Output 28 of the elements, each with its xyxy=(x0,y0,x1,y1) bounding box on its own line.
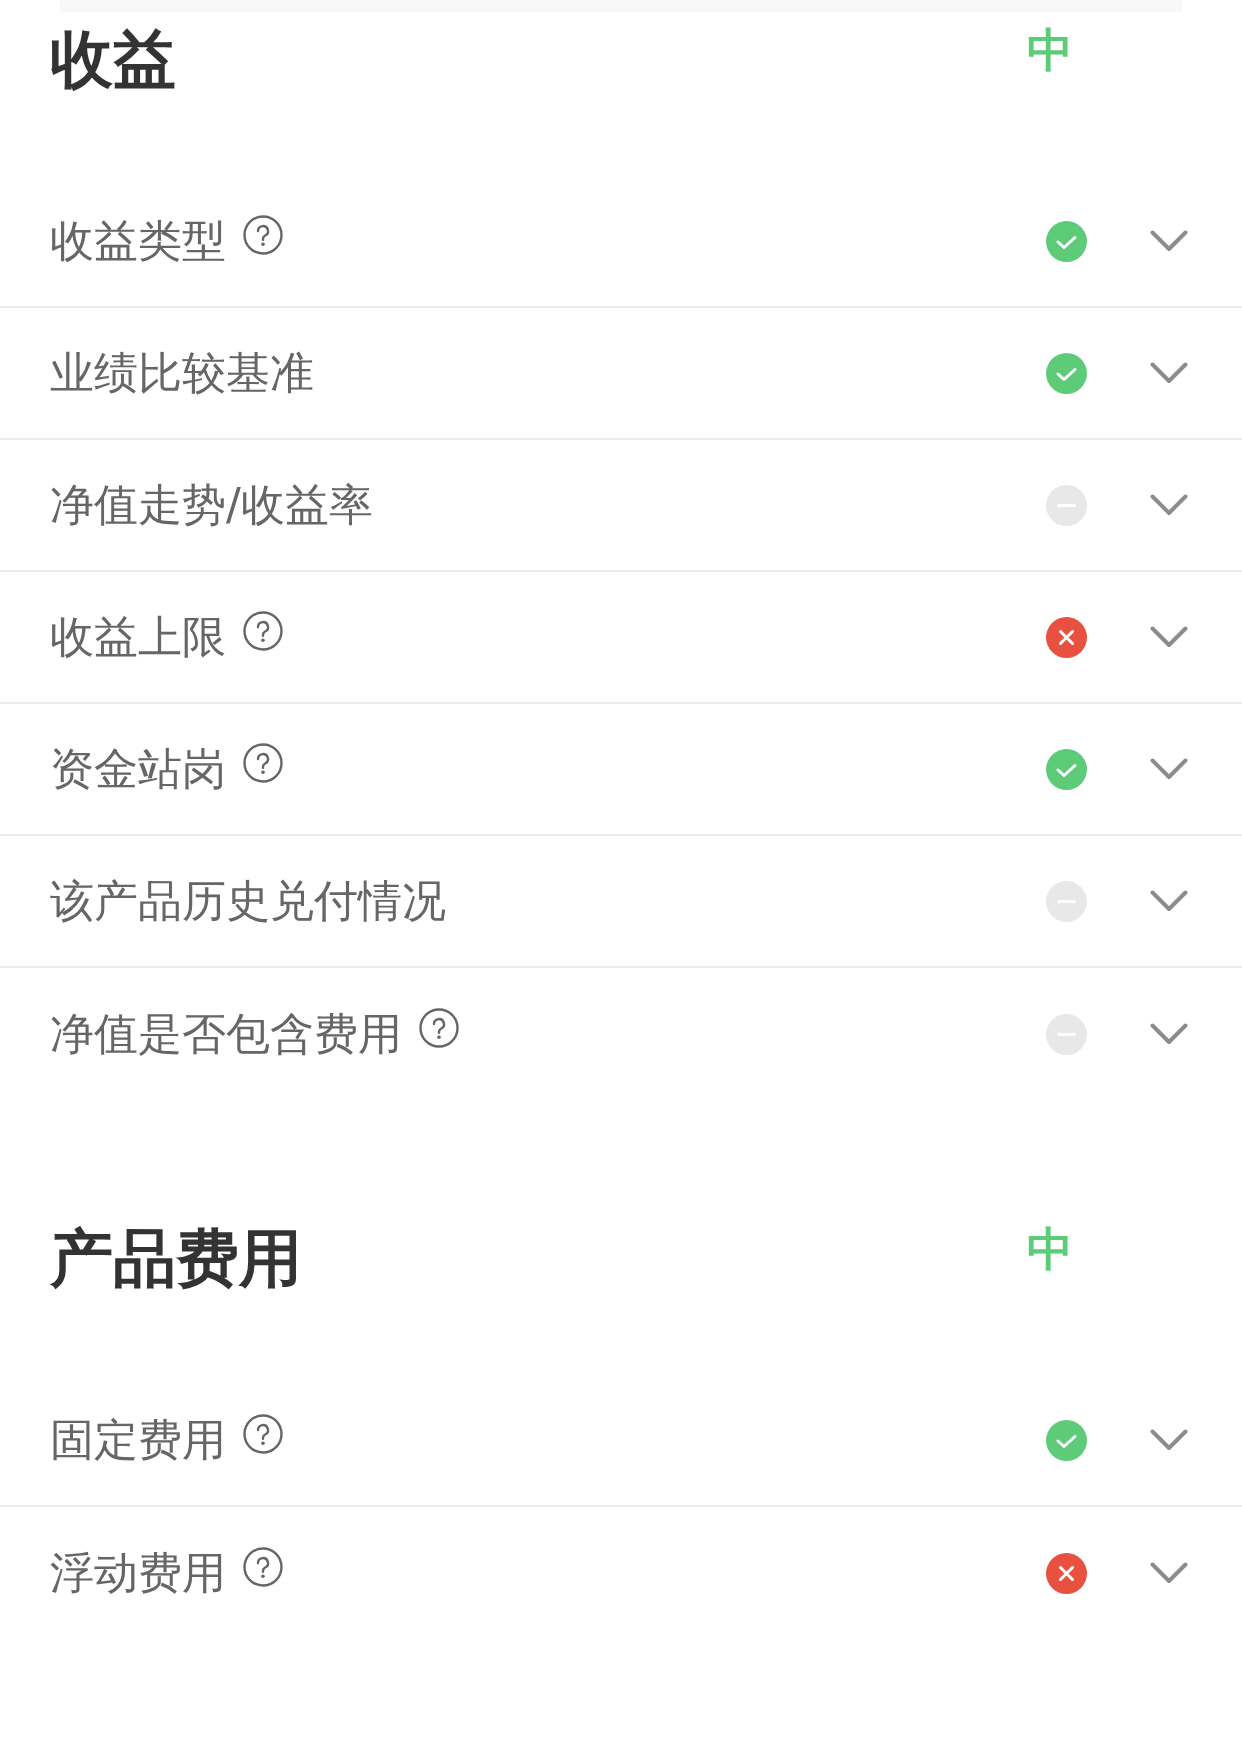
chevron-icon[interactable] xyxy=(1150,626,1188,648)
chevron-icon[interactable] xyxy=(1150,1562,1188,1584)
chevron-icon[interactable] xyxy=(1150,230,1188,252)
help-icon[interactable] xyxy=(243,743,283,783)
item-label: 净值是否包含费用 xyxy=(50,1009,402,1059)
item-label: 收益类型 xyxy=(50,216,226,266)
item-label: 资金站岗 xyxy=(50,744,226,794)
section-title: 产品费用 xyxy=(50,1227,302,1291)
help-icon[interactable] xyxy=(419,1008,459,1048)
help-icon[interactable] xyxy=(243,1547,283,1587)
help-icon[interactable] xyxy=(243,1414,283,1454)
item-label: 业绩比较基准 xyxy=(50,348,314,398)
chevron-icon[interactable] xyxy=(1150,362,1188,384)
chevron-icon[interactable] xyxy=(1150,758,1188,780)
chevron-icon[interactable] xyxy=(1150,890,1188,912)
help-icon[interactable] xyxy=(243,611,283,651)
item-label: 该产品历史兑付情况 xyxy=(50,876,446,926)
item-label: 浮动费用 xyxy=(50,1548,226,1598)
chevron-icon[interactable] xyxy=(1150,494,1188,516)
section-title: 收益 xyxy=(50,28,176,92)
chevron-icon[interactable] xyxy=(1150,1023,1188,1045)
item-label: 净值走势/收益率 xyxy=(50,480,373,530)
item-label: 固定费用 xyxy=(50,1415,226,1465)
rating-label: 中 xyxy=(1027,27,1073,73)
help-icon[interactable] xyxy=(243,215,283,255)
item-label: 收益上限 xyxy=(50,612,226,662)
rating-label: 中 xyxy=(1027,1226,1073,1272)
chevron-icon[interactable] xyxy=(1150,1429,1188,1451)
